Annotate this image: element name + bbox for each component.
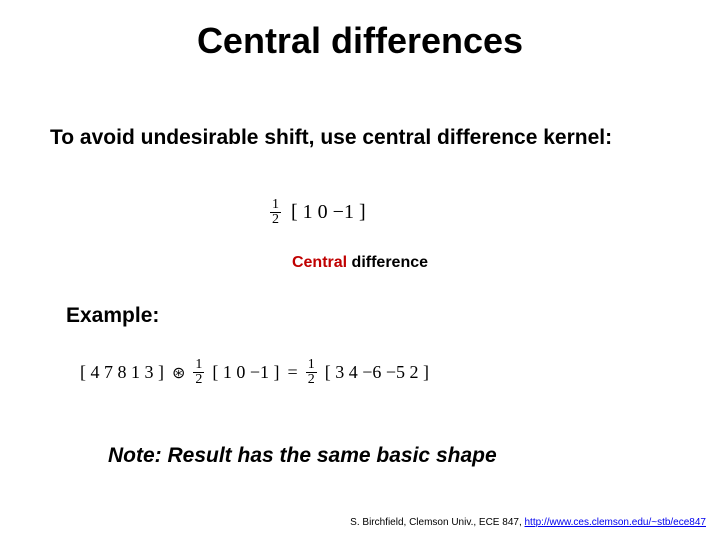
- convolution-operator: ⊛: [172, 363, 185, 383]
- lead-text: To avoid undesirable shift, use central …: [50, 126, 690, 150]
- slide-title: Central differences: [0, 20, 720, 62]
- example-result: [ 3 4 −6 −5 2 ]: [325, 362, 429, 383]
- example-frac-num: 1: [193, 358, 204, 373]
- footer-text: S. Birchfield, Clemson Univ., ECE 847,: [350, 517, 524, 528]
- result-frac-num: 1: [306, 358, 317, 373]
- note-text: Note: Result has the same basic shape: [108, 444, 497, 468]
- kernel-vector: [ 1 0 −1 ]: [291, 201, 366, 224]
- fraction-denominator: 2: [270, 213, 281, 227]
- fraction-numerator: 1: [270, 198, 281, 213]
- example-equation: [ 4 7 8 1 3 ] ⊛ 1 2 [ 1 0 −1 ] = 1 2 [ 3…: [80, 358, 429, 387]
- footer: S. Birchfield, Clemson Univ., ECE 847, h…: [350, 517, 706, 528]
- example-signal: [ 4 7 8 1 3 ]: [80, 362, 164, 383]
- caption-rest: difference: [347, 254, 428, 271]
- example-frac-den: 2: [193, 373, 204, 387]
- example-fraction-right: 1 2: [306, 358, 317, 387]
- kernel-caption: Central difference: [0, 254, 720, 272]
- example-heading: Example:: [66, 304, 159, 328]
- result-frac-den: 2: [306, 373, 317, 387]
- footer-link[interactable]: http://www.ces.clemson.edu/~stb/ece847: [525, 517, 707, 528]
- example-kernel: [ 1 0 −1 ]: [212, 362, 279, 383]
- equals-sign: =: [288, 362, 298, 383]
- fraction-half: 1 2: [270, 198, 281, 227]
- example-fraction-left: 1 2: [193, 358, 204, 387]
- slide: Central differences To avoid undesirable…: [0, 0, 720, 540]
- caption-red-word: Central: [292, 254, 347, 271]
- kernel-equation: 1 2 [ 1 0 −1 ]: [270, 198, 366, 227]
